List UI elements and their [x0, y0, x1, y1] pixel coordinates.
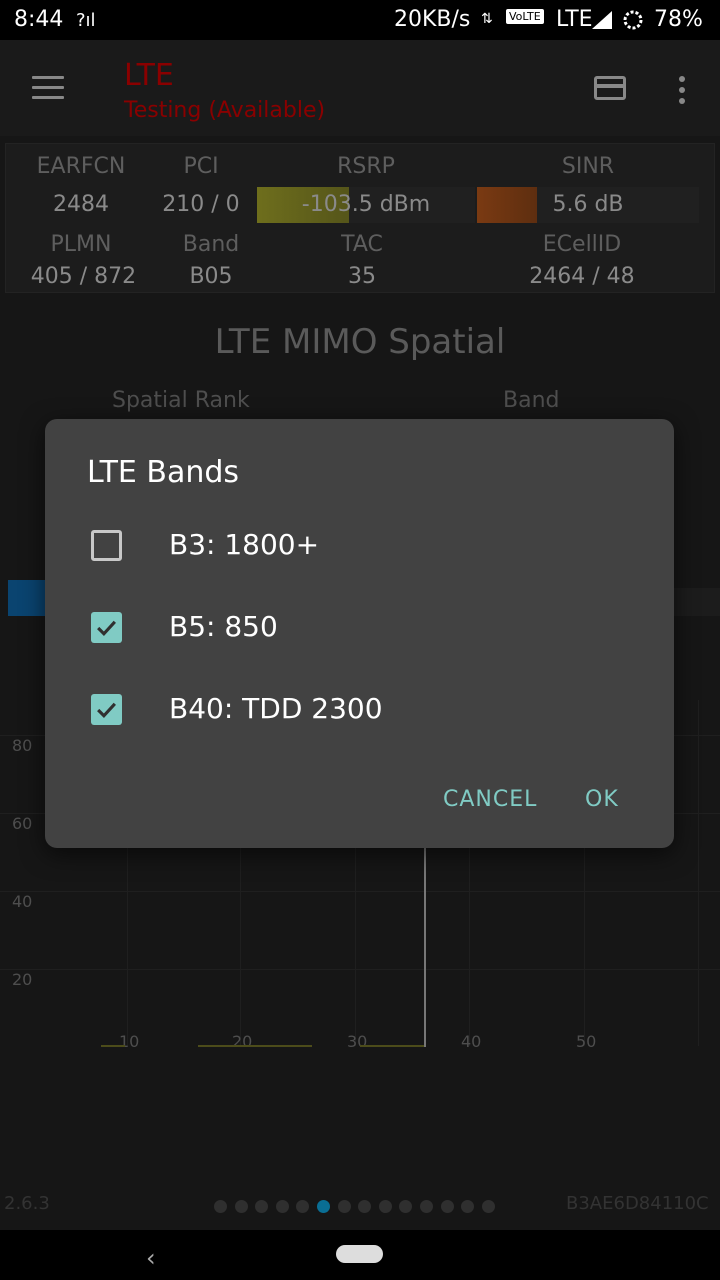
cell-info-panel: EARFCN 2484 PCI 210 / 0 RSRP -103.5 dBm …: [5, 143, 715, 293]
page-dot[interactable]: [234, 1200, 248, 1213]
page-dot[interactable]: [399, 1200, 413, 1213]
cancel-button[interactable]: CANCEL: [443, 787, 537, 812]
app-bar: LTE Testing (Available): [0, 40, 720, 136]
x-tick: 10: [119, 1032, 140, 1051]
chart-title: LTE MIMO Spatial: [214, 322, 506, 362]
lte-bands-dialog: LTE Bands B3: 1800+ B5: 850 B40: TDD 230…: [45, 419, 674, 848]
plmn-value: 405 / 872: [30, 264, 137, 289]
dialog-title: LTE Bands: [87, 455, 240, 490]
page-dot[interactable]: [358, 1200, 372, 1213]
battery-percent: 78%: [654, 7, 703, 32]
status-time: 8:44: [14, 7, 64, 32]
band-chart-label: Band: [503, 388, 560, 413]
page-dot[interactable]: [214, 1200, 227, 1213]
navigation-bar: ‹: [0, 1230, 720, 1280]
device-id: B3AE6D84110C: [566, 1193, 709, 1214]
pci-value: 210 / 0: [162, 192, 240, 217]
x-tick: 50: [576, 1032, 597, 1051]
network-speed: 20KB/s: [394, 7, 471, 32]
data-arrows-icon: ⇅: [481, 11, 493, 27]
menu-icon[interactable]: [32, 76, 64, 100]
tac-value: 35: [348, 264, 376, 289]
page-dot[interactable]: [255, 1200, 269, 1213]
y-tick: 60: [12, 814, 33, 833]
page-dot-active[interactable]: [316, 1200, 330, 1213]
check-icon: [97, 702, 116, 719]
grid-line: [698, 700, 699, 1046]
spatial-rank-bar: [8, 580, 45, 616]
battery-saver-icon: [622, 9, 644, 37]
chart-series-line: [101, 1045, 125, 1047]
y-tick: 80: [12, 736, 33, 755]
pci-label: PCI: [183, 154, 219, 179]
band-option-b40[interactable]: B40: TDD 2300: [45, 680, 674, 740]
spatial-rank-label: Spatial Rank: [112, 388, 250, 413]
app-subtitle: Testing (Available): [124, 98, 326, 123]
sinr-label: SINR: [561, 154, 615, 179]
page-dot[interactable]: [481, 1200, 495, 1213]
checkbox-unchecked[interactable]: [91, 530, 122, 561]
app-version: 2.6.3: [4, 1193, 50, 1214]
band-bar: [674, 588, 720, 616]
page-dot[interactable]: [419, 1200, 433, 1213]
card-icon[interactable]: [594, 76, 626, 100]
page-dot[interactable]: [337, 1200, 351, 1213]
page-dot[interactable]: [378, 1200, 392, 1213]
x-tick: 20: [232, 1032, 253, 1051]
network-type: LTE: [556, 7, 593, 32]
grid-line: [0, 891, 720, 892]
signal-unknown-icon: ?ıl: [76, 10, 96, 31]
rsrp-value: -103.5 dBm: [301, 192, 431, 217]
chart-series-line: [360, 1045, 424, 1047]
plmn-label: PLMN: [50, 232, 112, 257]
checkbox-checked[interactable]: [91, 694, 122, 725]
status-bar: 8:44 ?ıl 20KB/s ⇅ VoLTE LTE 78%: [0, 0, 720, 40]
rsrp-bar: -103.5 dBm: [257, 187, 475, 223]
sinr-value: 5.6 dB: [552, 192, 624, 217]
ecellid-label: ECellID: [542, 232, 622, 257]
chart-series-line: [198, 1045, 312, 1047]
home-pill-icon[interactable]: [336, 1245, 383, 1263]
band-option-label: B40: TDD 2300: [169, 692, 383, 725]
back-arrow-icon[interactable]: ‹: [146, 1244, 156, 1272]
y-tick: 40: [12, 892, 33, 911]
y-tick: 20: [12, 970, 33, 989]
page-dot[interactable]: [275, 1200, 289, 1213]
tac-label: TAC: [341, 232, 383, 257]
band-option-b5[interactable]: B5: 850: [45, 598, 674, 658]
check-icon: [97, 620, 116, 637]
page-dot[interactable]: [440, 1200, 454, 1213]
ecellid-value: 2464 / 48: [529, 264, 635, 289]
band-option-label: B3: 1800+: [169, 528, 320, 561]
page-indicator[interactable]: [214, 1196, 502, 1213]
page-dot[interactable]: [296, 1200, 310, 1213]
sinr-bar: 5.6 dB: [477, 187, 699, 223]
x-tick: 30: [347, 1032, 368, 1051]
rsrp-label: RSRP: [337, 154, 395, 179]
more-icon[interactable]: [679, 76, 685, 109]
band-option-label: B5: 850: [169, 610, 278, 643]
earfcn-label: EARFCN: [36, 154, 126, 179]
band-label: Band: [182, 232, 240, 257]
band-value: B05: [189, 264, 233, 289]
checkbox-checked[interactable]: [91, 612, 122, 643]
cell-signal-icon: [592, 10, 612, 35]
grid-line: [0, 969, 720, 970]
band-option-b3[interactable]: B3: 1800+: [45, 516, 674, 576]
page-dot[interactable]: [461, 1200, 475, 1213]
app-title: LTE: [124, 58, 174, 93]
earfcn-value: 2484: [53, 192, 109, 217]
x-tick: 40: [461, 1032, 482, 1051]
ok-button[interactable]: OK: [585, 787, 619, 812]
chart-marker-line: [424, 848, 426, 1047]
volte-icon: VoLTE: [506, 9, 544, 24]
